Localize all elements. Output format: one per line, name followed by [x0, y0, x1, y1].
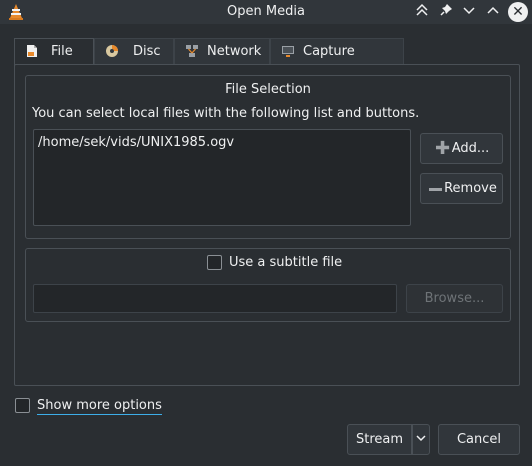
pin-icon[interactable]: [437, 3, 455, 21]
show-more-options-checkbox[interactable]: [15, 398, 30, 413]
remove-button[interactable]: Remove: [420, 173, 503, 204]
stream-button[interactable]: Stream: [347, 424, 412, 455]
chevron-down-icon: [416, 435, 426, 442]
add-button[interactable]: ✚ Add...: [420, 133, 503, 164]
browse-button[interactable]: Browse...: [406, 284, 503, 313]
stream-dropdown-arrow[interactable]: [412, 424, 430, 455]
disc-icon: [106, 45, 118, 57]
file-selection-title: File Selection: [225, 82, 311, 97]
tab-capture-device[interactable]: Capture Device: [270, 38, 404, 84]
subtitle-checkbox[interactable]: [207, 255, 222, 270]
close-icon[interactable]: ✕: [508, 2, 528, 22]
subtitle-group: Use a subtitle file Browse...: [25, 248, 511, 322]
tab-disc[interactable]: Disc: [94, 38, 174, 65]
minus-icon: [429, 188, 442, 191]
minimize-icon[interactable]: [460, 3, 478, 21]
list-item[interactable]: /home/sek/vids/UNIX1985.ogv: [38, 135, 234, 150]
subtitle-path-input[interactable]: [33, 284, 397, 313]
file-selection-group: File Selection You can select local file…: [25, 75, 511, 239]
plus-icon: ✚: [435, 138, 451, 159]
file-tab-panel: File Selection You can select local file…: [14, 64, 520, 386]
file-list[interactable]: /home/sek/vids/UNIX1985.ogv: [33, 129, 411, 226]
file-icon: [27, 45, 37, 57]
subtitle-checkbox-label[interactable]: Use a subtitle file: [229, 255, 342, 270]
keep-above-icon[interactable]: [413, 3, 431, 21]
tab-network-label: Network: [207, 44, 262, 59]
title-bar: Open Media ✕: [0, 0, 532, 24]
file-selection-hint: You can select local files with the foll…: [32, 106, 420, 121]
tab-file[interactable]: File: [14, 38, 94, 66]
network-icon: [186, 45, 198, 57]
tab-network[interactable]: Network: [174, 38, 270, 65]
tab-file-label: File: [51, 44, 73, 59]
cancel-button[interactable]: Cancel: [438, 424, 520, 455]
maximize-icon[interactable]: [484, 3, 502, 21]
capture-device-icon: [282, 46, 294, 57]
tab-disc-label: Disc: [133, 44, 161, 59]
show-more-options-label[interactable]: Show more options: [37, 398, 162, 415]
